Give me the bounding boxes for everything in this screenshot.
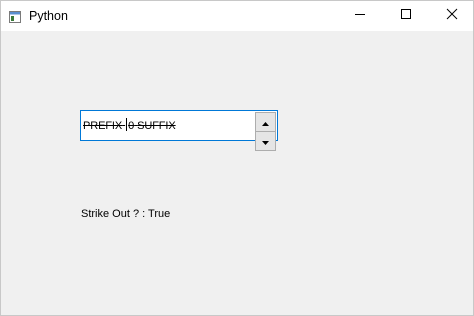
arrow-up-icon <box>262 113 269 131</box>
close-button[interactable] <box>429 1 474 31</box>
minimize-button[interactable] <box>337 1 383 31</box>
prefix-suffix-spinbox[interactable]: PREFIX 0 SUFFIX <box>80 110 278 151</box>
maximize-button[interactable] <box>383 1 429 31</box>
maximize-icon <box>400 7 412 25</box>
close-icon <box>446 7 458 25</box>
strike-out-status-label: Strike Out ? : True <box>81 208 171 220</box>
title-bar[interactable]: Python <box>1 1 473 31</box>
app-window-icon <box>9 10 21 23</box>
spinbox-text[interactable]: PREFIX 0 SUFFIX <box>83 118 176 133</box>
application-window: Python PREFIX 0 SUFFIX Strike Out ?: Tr… <box>0 0 474 316</box>
window-title: Python <box>29 9 68 23</box>
minimize-icon <box>354 7 366 25</box>
spinbox-prefix: PREFIX <box>83 120 123 132</box>
spinbox-suffix: SUFFIX <box>137 120 176 132</box>
spin-up-button[interactable] <box>255 112 276 132</box>
spinbox-arrows <box>255 112 276 151</box>
text-caret <box>126 118 128 131</box>
spinbox-value: 0 <box>128 120 135 132</box>
arrow-down-icon <box>262 132 269 150</box>
spin-down-button[interactable] <box>255 132 276 151</box>
